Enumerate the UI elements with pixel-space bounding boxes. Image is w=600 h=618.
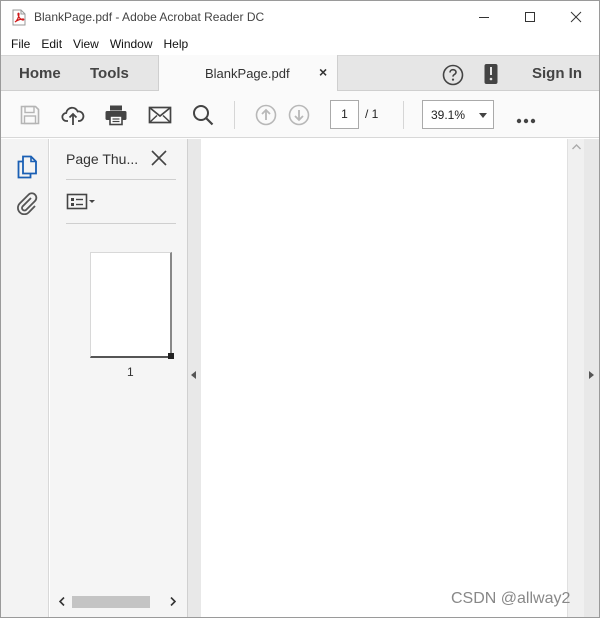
search-button[interactable] bbox=[190, 102, 216, 128]
maximize-button[interactable] bbox=[507, 1, 553, 33]
menu-window[interactable]: Window bbox=[110, 37, 153, 51]
mobile-device-icon[interactable] bbox=[483, 63, 499, 88]
previous-page-button[interactable] bbox=[253, 102, 279, 128]
main-toolbar: 1 / 1 39.1% bbox=[1, 91, 599, 138]
page-thumbnails-button[interactable] bbox=[15, 155, 39, 179]
title-bar: BlankPage.pdf - Adobe Acrobat Reader DC bbox=[1, 1, 599, 33]
expand-right-icon bbox=[589, 371, 594, 379]
tab-bar: Home Tools BlankPage.pdf × Sign In bbox=[1, 55, 599, 92]
scroll-right-icon[interactable] bbox=[170, 597, 176, 606]
vertical-scrollbar[interactable] bbox=[567, 139, 584, 617]
page-thumbnails-icon bbox=[17, 155, 37, 179]
right-panel-expand[interactable] bbox=[584, 139, 599, 617]
divider bbox=[66, 179, 176, 180]
upload-button[interactable] bbox=[60, 102, 86, 128]
navigation-rail bbox=[1, 139, 49, 617]
tab-document[interactable]: BlankPage.pdf × bbox=[158, 55, 338, 92]
page-thumbnails-panel: Page Thu... 1 bbox=[50, 139, 188, 617]
menu-bar: File Edit View Window Help bbox=[1, 33, 599, 54]
toolbar-separator bbox=[403, 101, 404, 129]
attachments-button[interactable] bbox=[15, 191, 39, 215]
sign-in-button[interactable]: Sign In bbox=[532, 65, 582, 82]
left-panel-collapse[interactable] bbox=[188, 139, 201, 617]
close-icon bbox=[151, 150, 167, 166]
save-icon bbox=[20, 105, 40, 125]
menu-help[interactable]: Help bbox=[164, 37, 189, 51]
menu-file[interactable]: File bbox=[11, 37, 30, 51]
close-icon bbox=[570, 11, 582, 23]
divider bbox=[66, 223, 176, 224]
minimize-button[interactable] bbox=[461, 1, 507, 33]
scroll-left-icon[interactable] bbox=[59, 597, 65, 606]
menu-view[interactable]: View bbox=[73, 37, 99, 51]
tab-home[interactable]: Home bbox=[19, 65, 61, 82]
thumbnail-resize-handle[interactable] bbox=[168, 353, 174, 359]
watermark: CSDN @allway2 bbox=[451, 590, 571, 607]
tab-tools[interactable]: Tools bbox=[90, 65, 129, 82]
tab-document-label: BlankPage.pdf bbox=[205, 66, 290, 81]
next-page-button[interactable] bbox=[286, 102, 312, 128]
email-icon bbox=[148, 106, 172, 124]
toolbar-separator bbox=[234, 101, 235, 129]
page-thumbnail-label: 1 bbox=[127, 365, 134, 379]
search-icon bbox=[193, 105, 214, 126]
page-thumbnail[interactable] bbox=[90, 252, 172, 358]
more-options-icon[interactable] bbox=[516, 113, 536, 127]
zoom-select[interactable]: 39.1% bbox=[422, 100, 494, 129]
attachments-icon bbox=[17, 192, 38, 215]
page-total: / 1 bbox=[365, 107, 379, 121]
cloud-upload-icon bbox=[61, 106, 85, 125]
pdf-file-icon bbox=[11, 9, 27, 26]
chevron-down-icon bbox=[479, 113, 487, 118]
thumbnail-options-icon bbox=[66, 193, 95, 210]
print-button[interactable] bbox=[103, 102, 129, 128]
zoom-value: 39.1% bbox=[431, 108, 466, 122]
next-page-icon bbox=[288, 104, 310, 126]
close-window-button[interactable] bbox=[553, 1, 599, 33]
page-number-input[interactable]: 1 bbox=[330, 100, 359, 129]
acrobat-window: BlankPage.pdf - Adobe Acrobat Reader DC … bbox=[0, 0, 600, 618]
panel-title: Page Thu... bbox=[66, 151, 139, 167]
panel-close-button[interactable] bbox=[150, 149, 168, 170]
print-icon bbox=[105, 105, 127, 126]
previous-page-icon bbox=[255, 104, 277, 126]
save-button[interactable] bbox=[17, 102, 43, 128]
maximize-icon bbox=[525, 12, 535, 22]
menu-edit[interactable]: Edit bbox=[41, 37, 62, 51]
horizontal-scrollbar[interactable] bbox=[50, 593, 187, 611]
minimize-icon bbox=[479, 17, 489, 18]
tab-close-button[interactable]: × bbox=[319, 64, 327, 80]
window-title: BlankPage.pdf - Adobe Acrobat Reader DC bbox=[34, 10, 265, 24]
thumbnail-options-button[interactable] bbox=[66, 192, 100, 212]
scroll-up-icon[interactable] bbox=[572, 144, 581, 150]
collapse-left-icon bbox=[191, 371, 196, 379]
email-button[interactable] bbox=[147, 102, 173, 128]
scrollbar-thumb[interactable] bbox=[72, 596, 150, 608]
help-circle-icon[interactable] bbox=[442, 64, 464, 89]
document-view[interactable] bbox=[201, 139, 567, 617]
